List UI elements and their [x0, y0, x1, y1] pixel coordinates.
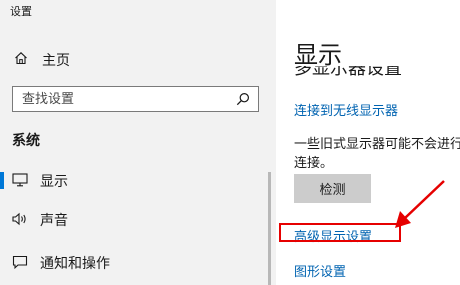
settings-window: 设置 主页 系统 显示 — [0, 0, 460, 285]
window-title: 设置 — [10, 5, 32, 18]
sidebar-item-sound[interactable]: 声音 — [0, 205, 276, 233]
sidebar-item-label: 通知和操作 — [40, 256, 110, 272]
selection-indicator — [0, 172, 4, 189]
search-icon[interactable] — [236, 92, 250, 106]
sidebar-item-label: 主页 — [42, 53, 70, 69]
detect-note: 一些旧式显示器可能不会进行连接。 — [294, 137, 460, 171]
annotation-highlight-box — [279, 223, 401, 242]
sidebar-scrollbar[interactable] — [268, 172, 271, 285]
wireless-display-link[interactable]: 连接到无线显示器 — [294, 100, 398, 119]
sidebar-item-home[interactable]: 主页 — [0, 46, 276, 72]
sidebar-item-label: 显示 — [40, 174, 68, 190]
main-content: 显示 多显示器设置 连接到无线显示器 一些旧式显示器可能不会进行连接。 检测 高… — [276, 0, 460, 285]
sidebar: 设置 主页 系统 显示 — [0, 0, 276, 285]
notification-icon — [12, 255, 28, 269]
search-box — [12, 86, 259, 112]
home-icon — [15, 52, 27, 65]
speaker-icon — [12, 212, 26, 226]
search-input[interactable] — [13, 87, 237, 111]
monitor-icon — [12, 173, 28, 187]
sidebar-item-label: 声音 — [40, 213, 68, 229]
graphics-settings-link[interactable]: 图形设置 — [294, 261, 346, 280]
section-title: 系统 — [12, 133, 40, 149]
detect-button[interactable]: 检测 — [294, 174, 371, 203]
partial-section-heading: 多显示器设置 — [294, 66, 434, 76]
sidebar-item-notifications[interactable]: 通知和操作 — [0, 248, 276, 276]
sidebar-item-display[interactable]: 显示 — [0, 166, 276, 194]
